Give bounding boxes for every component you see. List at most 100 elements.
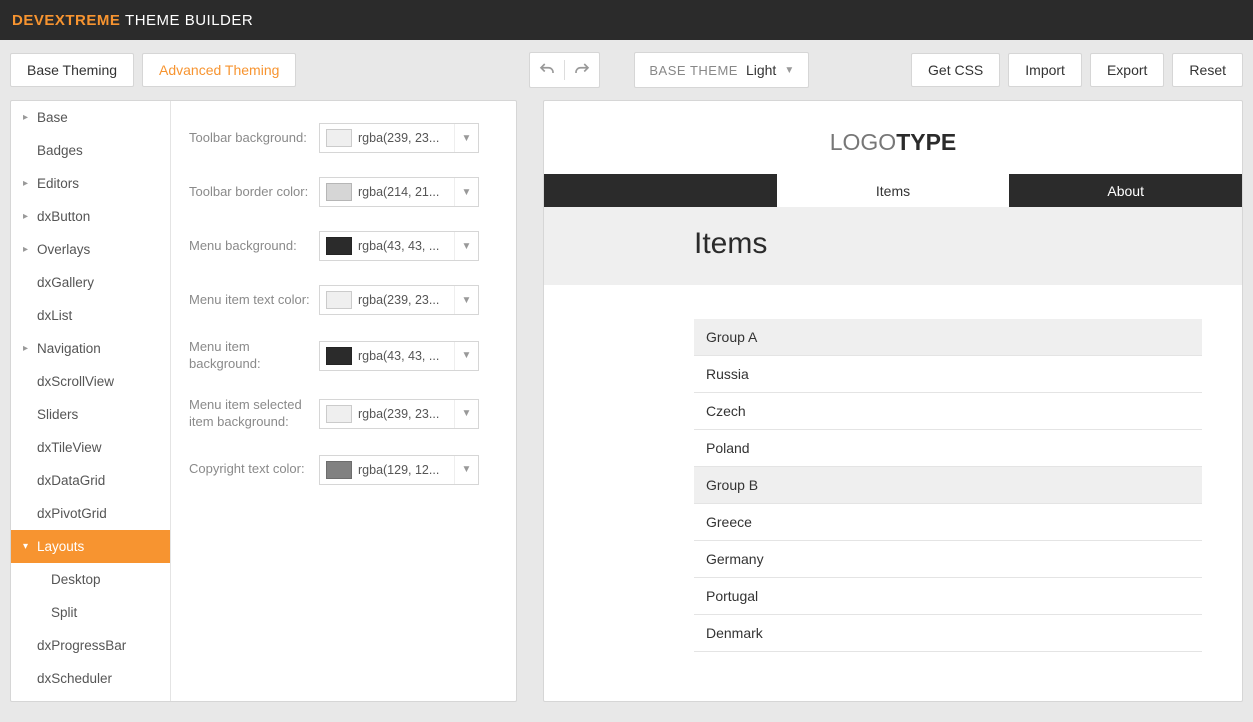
color-swatch: [326, 405, 352, 423]
color-swatch: [326, 129, 352, 147]
property-row: Toolbar background:rgba(239, 23...▼: [189, 123, 498, 153]
brand-sub: THEME BUILDER: [125, 12, 253, 29]
preview-heading: Items: [544, 207, 1242, 285]
preview-tab[interactable]: Items: [777, 174, 1010, 207]
undo-button[interactable]: [530, 53, 564, 87]
chevron-down-icon: ▼: [454, 232, 478, 260]
settings-panel: BaseBadgesEditorsdxButtonOverlaysdxGalle…: [10, 100, 517, 702]
preview-inner: LOGOTYPE ItemsAbout Items Group ARussiaC…: [544, 101, 1242, 672]
color-picker[interactable]: rgba(129, 12...▼: [319, 455, 479, 485]
chevron-down-icon: ▼: [454, 286, 478, 314]
sidebar-item[interactable]: dxScheduler: [11, 662, 170, 695]
redo-button[interactable]: [565, 53, 599, 87]
color-swatch: [326, 291, 352, 309]
preview-tab[interactable]: [544, 174, 777, 207]
import-button[interactable]: Import: [1008, 53, 1082, 87]
property-row: Menu item selected item background:rgba(…: [189, 397, 498, 431]
list-group-header: Group B: [694, 467, 1202, 504]
redo-icon: [573, 61, 591, 79]
properties-editor: Toolbar background:rgba(239, 23...▼ Toolb…: [171, 101, 516, 701]
sidebar-item[interactable]: Overlays: [11, 233, 170, 266]
undo-redo-group: [529, 52, 600, 88]
export-button[interactable]: Export: [1090, 53, 1164, 87]
sidebar-item[interactable]: dxDataGrid: [11, 464, 170, 497]
color-value: rgba(129, 12...: [358, 463, 454, 477]
property-row: Copyright text color:rgba(129, 12...▼: [189, 455, 498, 485]
sidebar-child-item[interactable]: Split: [11, 596, 170, 629]
sidebar-item[interactable]: dxScrollView: [11, 365, 170, 398]
list-item[interactable]: Russia: [694, 356, 1202, 393]
chevron-down-icon: ▼: [454, 342, 478, 370]
color-swatch: [326, 237, 352, 255]
list-item[interactable]: Poland: [694, 430, 1202, 467]
sidebar[interactable]: BaseBadgesEditorsdxButtonOverlaysdxGalle…: [11, 101, 171, 701]
property-row: Menu item background:rgba(43, 43, ...▼: [189, 339, 498, 373]
toolbar: Base Theming Advanced Theming BASE THEME…: [0, 40, 1253, 100]
property-row: Menu item text color:rgba(239, 23...▼: [189, 285, 498, 315]
sidebar-item[interactable]: Navigation: [11, 332, 170, 365]
property-label: Menu item selected item background:: [189, 397, 319, 431]
sidebar-item[interactable]: dxList: [11, 299, 170, 332]
color-picker[interactable]: rgba(239, 23...▼: [319, 399, 479, 429]
color-picker[interactable]: rgba(43, 43, ...▼: [319, 231, 479, 261]
chevron-down-icon: ▼: [454, 400, 478, 428]
advanced-theming-button[interactable]: Advanced Theming: [142, 53, 296, 87]
color-value: rgba(43, 43, ...: [358, 349, 454, 363]
preview-list: Group ARussiaCzechPolandGroup BGreeceGer…: [544, 285, 1242, 652]
sidebar-item[interactable]: dxButton: [11, 200, 170, 233]
base-theme-dropdown[interactable]: BASE THEME Light ▼: [634, 52, 809, 88]
property-label: Menu item background:: [189, 339, 319, 373]
property-label: Menu item text color:: [189, 292, 319, 309]
chevron-down-icon: ▼: [454, 178, 478, 206]
preview-panel: LOGOTYPE ItemsAbout Items Group ARussiaC…: [543, 100, 1243, 702]
color-swatch: [326, 347, 352, 365]
color-picker[interactable]: rgba(43, 43, ...▼: [319, 341, 479, 371]
sidebar-item[interactable]: dxPivotGrid: [11, 497, 170, 530]
color-value: rgba(239, 23...: [358, 131, 454, 145]
base-theming-button[interactable]: Base Theming: [10, 53, 134, 87]
sidebar-item[interactable]: dxProgressBar: [11, 629, 170, 662]
color-swatch: [326, 183, 352, 201]
color-picker[interactable]: rgba(239, 23...▼: [319, 123, 479, 153]
chevron-down-icon: ▼: [454, 456, 478, 484]
list-item[interactable]: Germany: [694, 541, 1202, 578]
list-item[interactable]: Denmark: [694, 615, 1202, 652]
color-value: rgba(239, 23...: [358, 293, 454, 307]
brand-name: DEVEXTREME: [12, 12, 120, 29]
base-theme-label: BASE THEME: [649, 63, 738, 78]
list-item[interactable]: Portugal: [694, 578, 1202, 615]
list-group-header: Group A: [694, 319, 1202, 356]
property-label: Menu background:: [189, 238, 319, 255]
sidebar-item[interactable]: dxTileView: [11, 431, 170, 464]
color-picker[interactable]: rgba(239, 23...▼: [319, 285, 479, 315]
app-header: DEVEXTREME THEME BUILDER: [0, 0, 1253, 40]
sidebar-item[interactable]: Layouts: [11, 530, 170, 563]
color-value: rgba(214, 21...: [358, 185, 454, 199]
property-label: Copyright text color:: [189, 461, 319, 478]
undo-icon: [538, 61, 556, 79]
chevron-down-icon: ▼: [784, 65, 794, 76]
chevron-down-icon: ▼: [454, 124, 478, 152]
sidebar-item[interactable]: Base: [11, 101, 170, 134]
sidebar-child-item[interactable]: Desktop: [11, 563, 170, 596]
sidebar-item[interactable]: Badges: [11, 134, 170, 167]
property-row: Toolbar border color:rgba(214, 21...▼: [189, 177, 498, 207]
sidebar-item[interactable]: Sliders: [11, 398, 170, 431]
sidebar-item[interactable]: Editors: [11, 167, 170, 200]
reset-button[interactable]: Reset: [1172, 53, 1243, 87]
preview-logo: LOGOTYPE: [544, 129, 1242, 156]
color-value: rgba(239, 23...: [358, 407, 454, 421]
app-title: DEVEXTREME THEME BUILDER: [12, 12, 253, 29]
logo-light: LOGO: [830, 129, 896, 155]
color-picker[interactable]: rgba(214, 21...▼: [319, 177, 479, 207]
sidebar-item[interactable]: dxGallery: [11, 266, 170, 299]
property-label: Toolbar border color:: [189, 184, 319, 201]
property-row: Menu background:rgba(43, 43, ...▼: [189, 231, 498, 261]
right-actions: Get CSS Import Export Reset: [911, 53, 1243, 87]
preview-tab[interactable]: About: [1009, 174, 1242, 207]
list-item[interactable]: Greece: [694, 504, 1202, 541]
get-css-button[interactable]: Get CSS: [911, 53, 1000, 87]
base-theme-value: Light: [746, 62, 776, 78]
list-item[interactable]: Czech: [694, 393, 1202, 430]
preview-tabs: ItemsAbout: [544, 174, 1242, 207]
